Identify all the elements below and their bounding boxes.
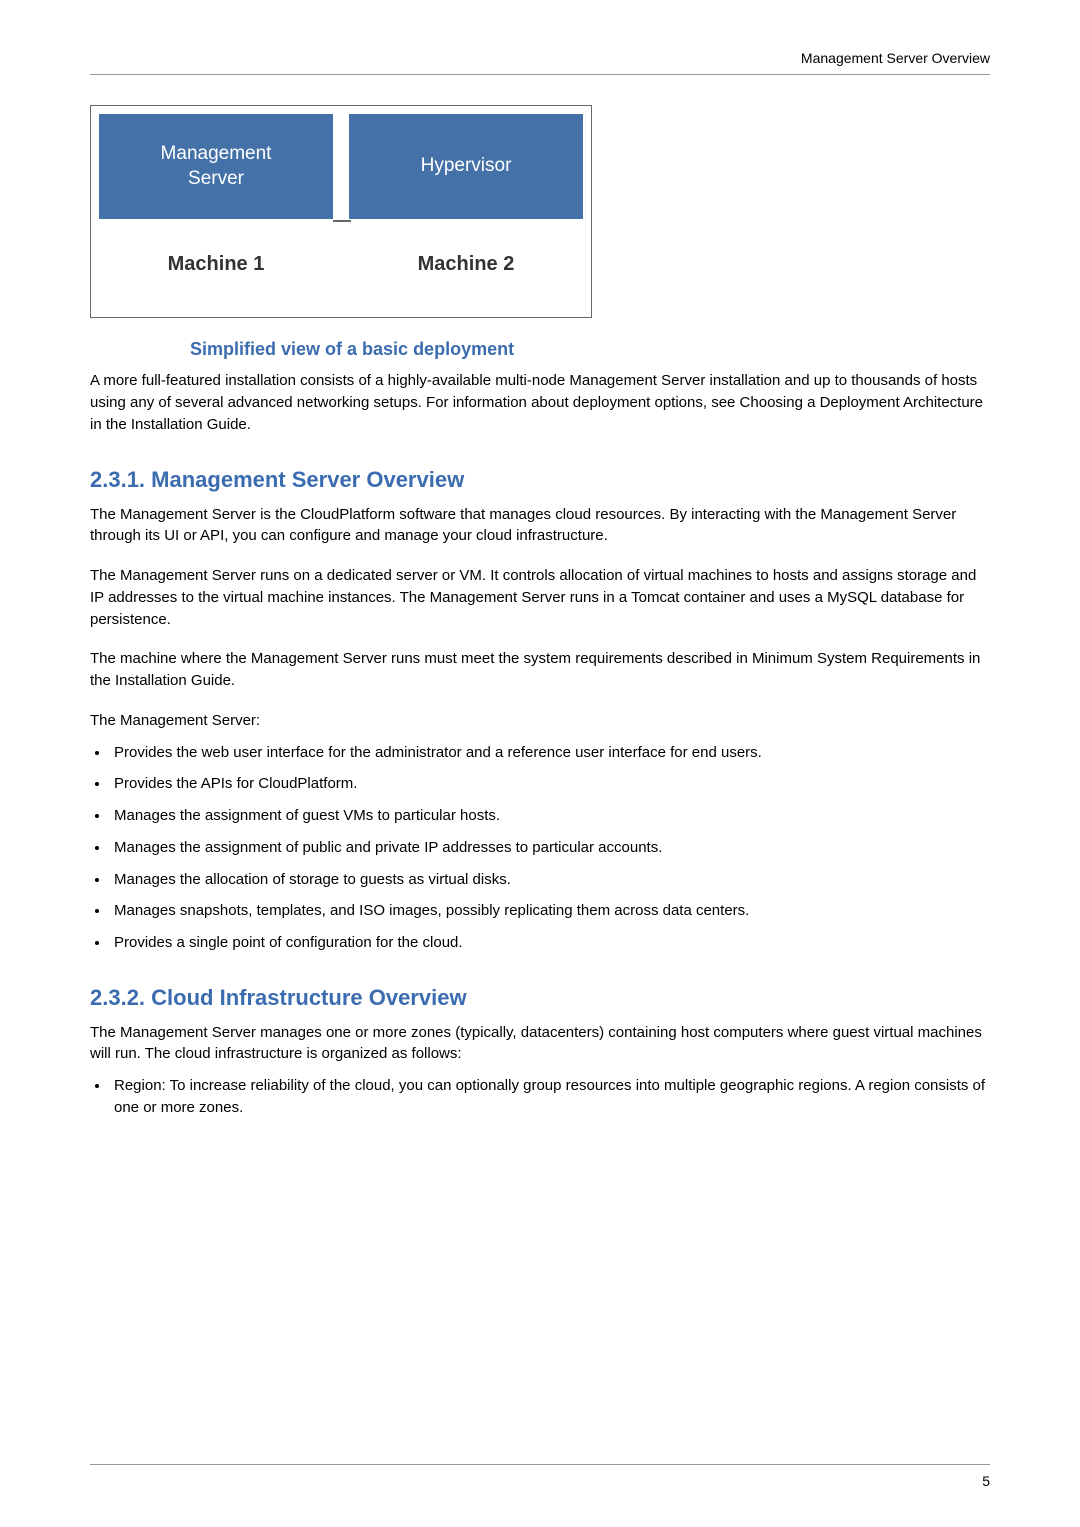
- paragraph: The Management Server:: [90, 710, 990, 732]
- diagram-management-server-label: Management Server: [161, 142, 272, 191]
- page-footer: 5: [90, 1464, 990, 1491]
- section-heading-cloud-infrastructure: 2.3.2. Cloud Infrastructure Overview: [90, 982, 990, 1014]
- diagram-connector: [333, 220, 351, 222]
- paragraph-intro: A more full-featured installation consis…: [90, 370, 990, 435]
- diagram-hypervisor-box: Hypervisor: [349, 114, 583, 219]
- paragraph: The machine where the Management Server …: [90, 648, 990, 692]
- list-item: Manages the allocation of storage to gue…: [110, 869, 990, 891]
- diagram-machine-2-label: Machine 2: [349, 219, 583, 309]
- cloud-infrastructure-list: Region: To increase reliability of the c…: [90, 1075, 990, 1119]
- diagram-machine-2: Hypervisor Machine 2: [349, 114, 583, 309]
- diagram-machine-1-label: Machine 1: [99, 219, 333, 309]
- footer-rule: [90, 1464, 990, 1465]
- diagram-caption: Simplified view of a basic deployment: [190, 336, 990, 362]
- running-header: Management Server Overview: [90, 48, 990, 68]
- page-number: 5: [90, 1471, 990, 1491]
- diagram-hypervisor-label: Hypervisor: [421, 154, 512, 179]
- list-item: Provides a single point of configuration…: [110, 932, 990, 954]
- deployment-diagram: Management Server Machine 1 Hypervisor M…: [90, 105, 592, 318]
- list-item: Provides the APIs for CloudPlatform.: [110, 773, 990, 795]
- list-item: Manages the assignment of guest VMs to p…: [110, 805, 990, 827]
- diagram-machine-1: Management Server Machine 1: [99, 114, 333, 309]
- section-heading-management-server: 2.3.1. Management Server Overview: [90, 464, 990, 496]
- page: Management Server Overview Management Se…: [0, 0, 1080, 1527]
- header-rule: [90, 74, 990, 75]
- list-item: Manages the assignment of public and pri…: [110, 837, 990, 859]
- list-item: Provides the web user interface for the …: [110, 742, 990, 764]
- paragraph: The Management Server runs on a dedicate…: [90, 565, 990, 630]
- management-server-feature-list: Provides the web user interface for the …: [90, 742, 990, 954]
- diagram-management-server-box: Management Server: [99, 114, 333, 219]
- paragraph: The Management Server manages one or mor…: [90, 1022, 990, 1066]
- list-item: Manages snapshots, templates, and ISO im…: [110, 900, 990, 922]
- paragraph: The Management Server is the CloudPlatfo…: [90, 504, 990, 548]
- list-item: Region: To increase reliability of the c…: [110, 1075, 990, 1119]
